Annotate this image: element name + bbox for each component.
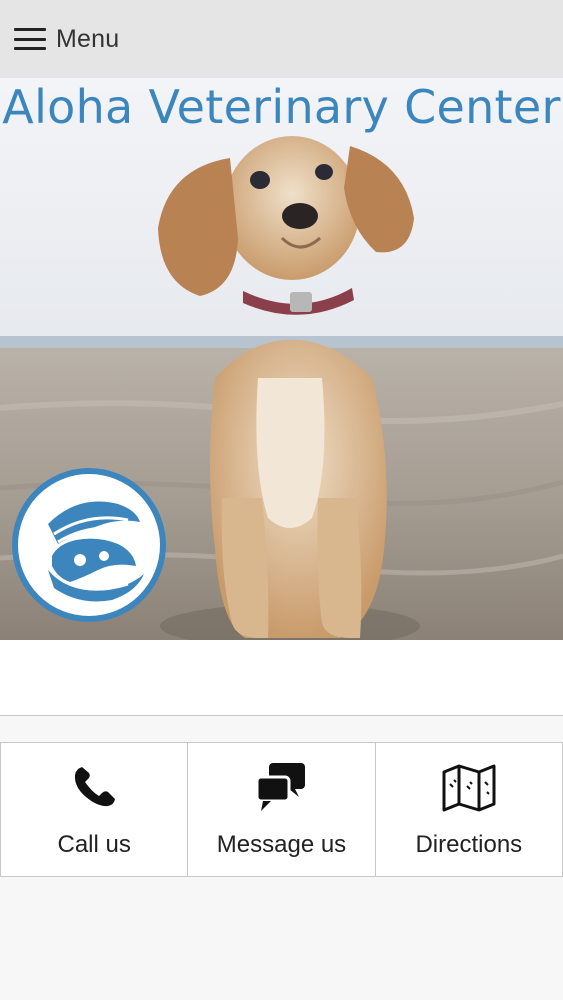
message-us-label: Message us: [216, 831, 347, 858]
message-us-button[interactable]: Message us: [188, 743, 376, 876]
directions-label: Directions: [415, 831, 523, 858]
menu-button[interactable]: Menu: [14, 25, 119, 54]
map-icon: [442, 764, 496, 812]
chat-bubbles-icon: [255, 763, 306, 811]
hands-with-pets-icon: [48, 501, 144, 602]
directions-button[interactable]: Directions: [376, 743, 563, 876]
top-bar: Menu: [0, 0, 563, 78]
site-title: Aloha Veterinary Center: [2, 80, 561, 134]
phone-icon: [75, 767, 116, 807]
divider: [0, 715, 563, 716]
hamburger-icon: [14, 28, 46, 50]
hero-banner: Aloha Veterinary Center: [0, 78, 563, 640]
clinic-logo: [12, 468, 166, 622]
call-us-label: Call us: [57, 831, 131, 858]
menu-label: Menu: [56, 24, 120, 53]
spacer: [0, 640, 563, 715]
action-bar: Call us Message us Directions: [0, 742, 563, 877]
call-us-button[interactable]: Call us: [0, 743, 189, 876]
